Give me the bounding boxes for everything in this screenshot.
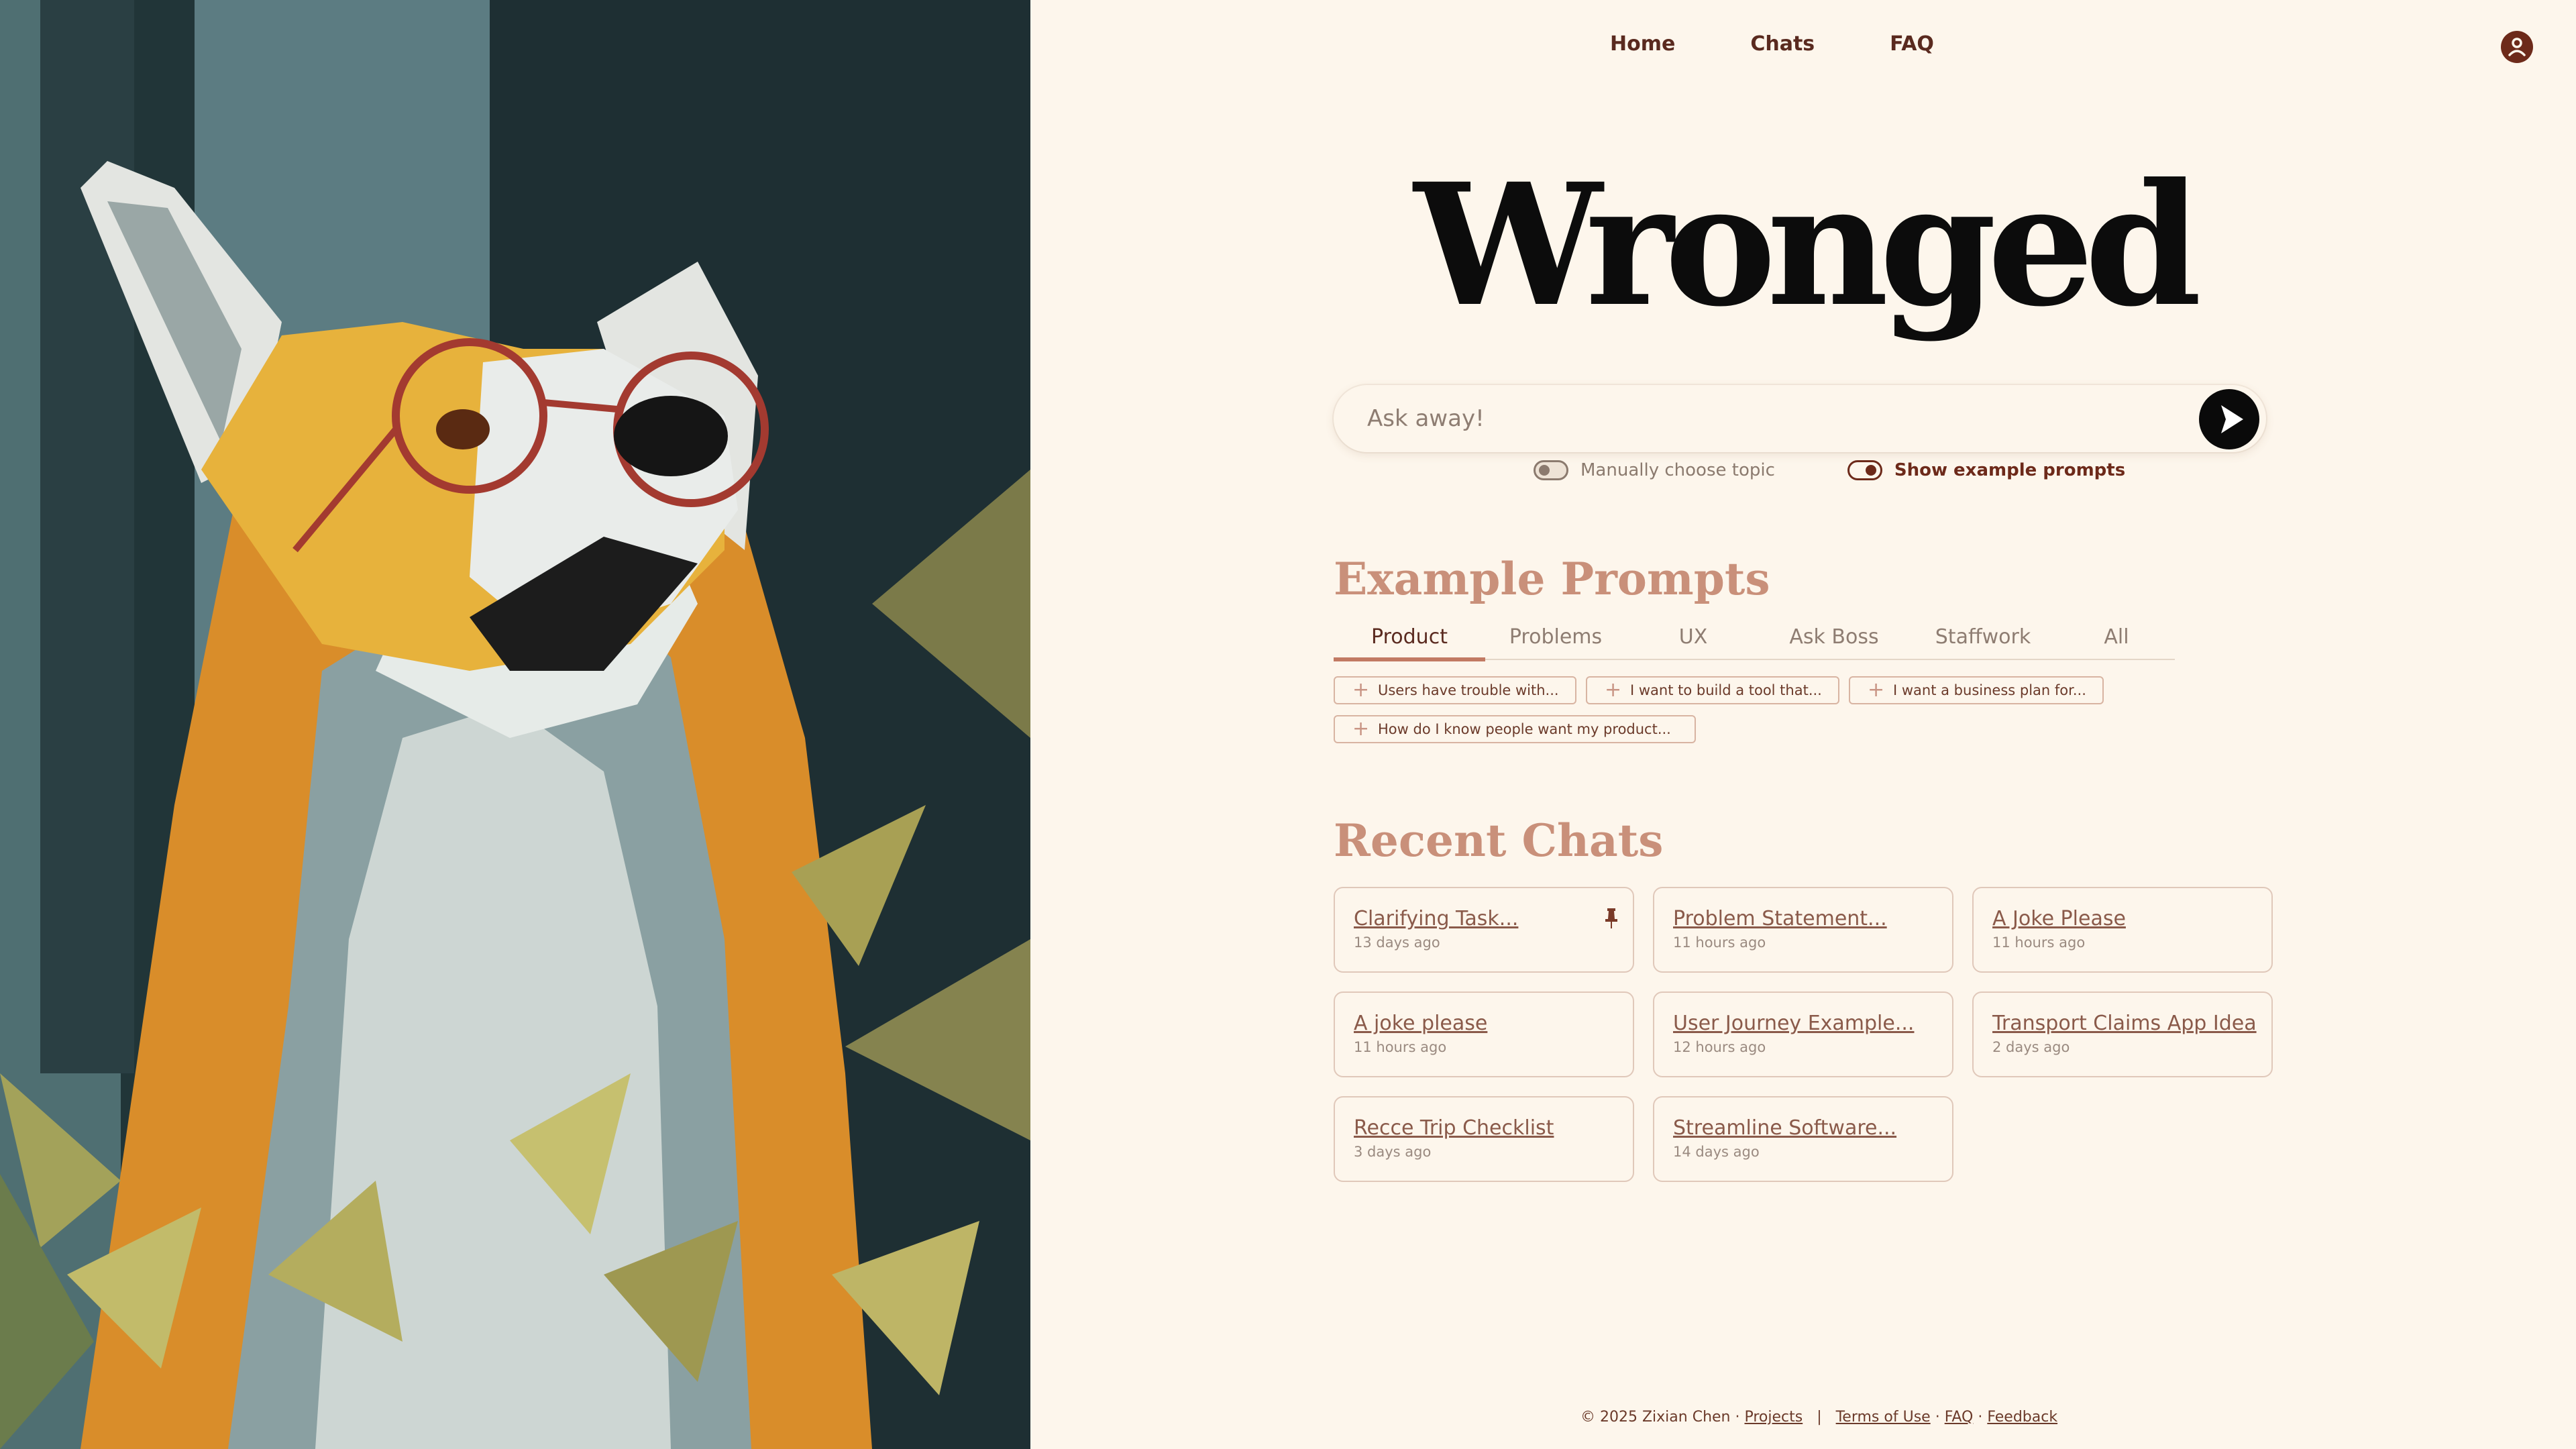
brand-title: Wronged [1413, 146, 2202, 343]
chat-time: 3 days ago [1354, 1144, 1432, 1160]
plus-icon: + [1352, 678, 1370, 702]
chat-time: 11 hours ago [1992, 934, 2086, 951]
chat-card[interactable]: A joke please 11 hours ago [1334, 991, 1634, 1077]
footer-copyright: © 2025 Zixian Chen · [1580, 1409, 1740, 1426]
footer-terms-link[interactable]: Terms of Use [1836, 1409, 1931, 1426]
manual-topic-switch[interactable] [1534, 460, 1568, 480]
chat-title[interactable]: Clarifying Task... [1354, 907, 1633, 930]
chat-title[interactable]: Problem Statement... [1673, 907, 1952, 930]
top-nav: Home Chats FAQ [1610, 32, 1934, 56]
search-bar [1334, 385, 2266, 452]
chat-title[interactable]: A joke please [1354, 1012, 1633, 1035]
footer: © 2025 Zixian Chen · Projects | Terms of… [1580, 1409, 2057, 1426]
chat-card[interactable]: Problem Statement... 11 hours ago [1653, 887, 1953, 973]
prompt-chip-label: I want a business plan for... [1893, 682, 2086, 698]
prompt-chip-label: Users have trouble with... [1378, 682, 1559, 698]
nav-home[interactable]: Home [1610, 32, 1675, 56]
chat-card[interactable]: A Joke Please 11 hours ago [1972, 887, 2273, 973]
chat-card[interactable]: User Journey Example... 12 hours ago [1653, 991, 1953, 1077]
tab-staffwork[interactable]: Staffwork [1908, 624, 2058, 659]
chat-title[interactable]: Recce Trip Checklist [1354, 1116, 1633, 1140]
recent-chats-heading: Recent Chats [1334, 814, 1664, 867]
chat-card[interactable]: Streamline Software... 14 days ago [1653, 1096, 1953, 1182]
footer-separator: | [1817, 1409, 1822, 1426]
tab-all[interactable]: All [2058, 624, 2175, 659]
toggle-row: Manually choose topic Show example promp… [1534, 460, 2125, 480]
prompt-chip[interactable]: + I want to build a tool that... [1586, 676, 1839, 704]
footer-dot: · [1935, 1409, 1940, 1426]
chat-time: 11 hours ago [1354, 1039, 1447, 1055]
chat-title[interactable]: Transport Claims App Idea [1992, 1012, 2271, 1035]
show-examples-label: Show example prompts [1894, 460, 2126, 480]
manual-topic-toggle[interactable]: Manually choose topic [1534, 460, 1775, 480]
play-arrow-icon [2221, 405, 2243, 433]
prompt-chip[interactable]: + I want a business plan for... [1849, 676, 2104, 704]
footer-faq-link[interactable]: FAQ [1945, 1409, 1974, 1426]
chat-time: 13 days ago [1354, 934, 1440, 951]
footer-dot: · [1978, 1409, 1983, 1426]
prompt-chip[interactable]: + Users have trouble with... [1334, 676, 1576, 704]
nav-chats[interactable]: Chats [1750, 32, 1815, 56]
chat-card[interactable]: Transport Claims App Idea 2 days ago [1972, 991, 2273, 1077]
chat-title[interactable]: User Journey Example... [1673, 1012, 1952, 1035]
tab-ux[interactable]: UX [1626, 624, 1760, 659]
show-examples-switch[interactable] [1847, 460, 1882, 480]
tab-problems[interactable]: Problems [1485, 624, 1626, 659]
plus-icon: + [1868, 678, 1885, 702]
plus-icon: + [1605, 678, 1622, 702]
search-input[interactable] [1367, 401, 2172, 436]
prompt-tabs: Product Problems UX Ask Boss Staffwork A… [1334, 624, 2175, 661]
chat-card[interactable]: Clarifying Task... 13 days ago [1334, 887, 1634, 973]
send-button[interactable] [2199, 389, 2259, 449]
footer-projects-link[interactable]: Projects [1744, 1409, 1803, 1426]
nav-faq[interactable]: FAQ [1890, 32, 1934, 56]
pin-icon[interactable] [1603, 907, 1619, 930]
prompt-chip-label: I want to build a tool that... [1630, 682, 1822, 698]
plus-icon: + [1352, 717, 1370, 741]
hero-illustration [0, 0, 1030, 1449]
chat-time: 2 days ago [1992, 1039, 2070, 1055]
show-examples-toggle[interactable]: Show example prompts [1847, 460, 2125, 480]
chat-time: 11 hours ago [1673, 934, 1766, 951]
footer-feedback-link[interactable]: Feedback [1987, 1409, 2057, 1426]
user-circle-icon[interactable] [2501, 31, 2533, 63]
chat-time: 12 hours ago [1673, 1039, 1766, 1055]
prompt-chip[interactable]: + How do I know people want my product..… [1334, 715, 1696, 743]
chat-card[interactable]: Recce Trip Checklist 3 days ago [1334, 1096, 1634, 1182]
example-prompts-heading: Example Prompts [1334, 553, 1770, 605]
manual-topic-label: Manually choose topic [1580, 460, 1775, 480]
chat-title[interactable]: A Joke Please [1992, 907, 2271, 930]
tab-product[interactable]: Product [1334, 624, 1485, 661]
prompt-chip-label: How do I know people want my product... [1378, 721, 1671, 737]
tab-ask-boss[interactable]: Ask Boss [1760, 624, 1908, 659]
chat-title[interactable]: Streamline Software... [1673, 1116, 1952, 1140]
chat-time: 14 days ago [1673, 1144, 1760, 1160]
